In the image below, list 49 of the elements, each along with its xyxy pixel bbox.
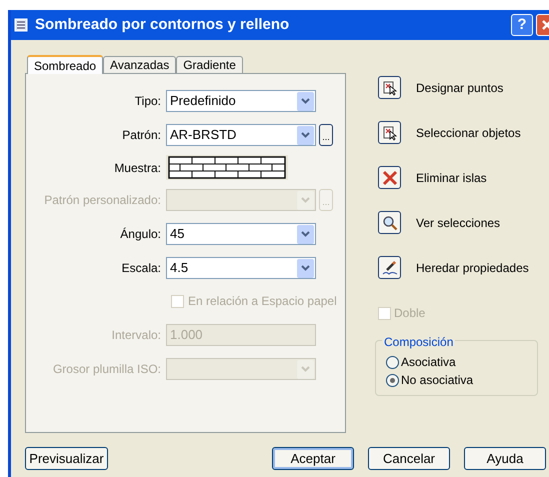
dropdown-field[interactable]: Predefinido xyxy=(166,90,316,112)
help-button[interactable]: ? xyxy=(511,14,533,36)
radio-label: No asociativa xyxy=(401,372,474,389)
action-button[interactable] xyxy=(378,76,401,99)
field-value: 1.000 xyxy=(170,326,203,344)
brush-icon xyxy=(382,260,398,276)
dropdown-field[interactable]: 45 xyxy=(166,223,316,245)
action-button[interactable] xyxy=(378,256,401,279)
field-label: Grosor plumilla ISO: xyxy=(52,361,162,378)
window-title: Sombreado por contornos y relleno xyxy=(35,14,290,35)
x-mark-icon xyxy=(382,170,398,186)
tab[interactable]: Sombreado xyxy=(27,55,104,74)
radio-button[interactable] xyxy=(386,356,399,368)
browse-button[interactable]: ... xyxy=(319,124,333,146)
dropdown-field[interactable]: AR-BRSTD xyxy=(166,124,316,146)
checkbox-label: En relación a Espacio papel xyxy=(188,293,337,310)
field-label: Intervalo: xyxy=(110,326,162,344)
tab[interactable]: Gradiente xyxy=(176,56,243,73)
field-label: Escala: xyxy=(120,260,162,277)
radio-label: Asociativa xyxy=(401,354,456,371)
field-label: Patrón personalizado: xyxy=(43,192,162,209)
action-label: Designar puntos xyxy=(416,80,504,96)
field-value: 4.5 xyxy=(170,259,188,278)
radio-button[interactable] xyxy=(386,374,399,386)
action-label: Seleccionar objetos xyxy=(416,124,521,142)
dialog-button[interactable]: Aceptar xyxy=(272,447,354,470)
field-label: Tipo: xyxy=(134,93,162,110)
hatch-window-icon xyxy=(14,17,30,33)
field-label: Muestra: xyxy=(113,160,162,176)
field-label: Patrón: xyxy=(121,127,162,144)
dialog-button[interactable]: Previsualizar xyxy=(25,447,108,470)
field-value: AR-BRSTD xyxy=(170,126,236,144)
dropdown-field[interactable]: 4.5 xyxy=(166,257,316,279)
checkbox-label: Doble xyxy=(394,305,426,322)
dialog-button[interactable]: Ayuda xyxy=(464,447,546,470)
field-label: Ángulo: xyxy=(119,226,162,243)
action-button[interactable] xyxy=(378,166,401,189)
cursor-icon xyxy=(382,124,398,140)
action-label: Heredar propiedades xyxy=(416,260,529,276)
action-button[interactable] xyxy=(378,211,401,234)
field-value: 45 xyxy=(170,225,184,244)
magnifier-icon xyxy=(382,214,398,230)
action-label: Eliminar islas xyxy=(416,170,487,186)
tab[interactable]: Avanzadas xyxy=(103,56,176,73)
cursor-icon xyxy=(382,80,398,96)
dialog-button[interactable]: Cancelar xyxy=(368,447,450,470)
action-label: Ver selecciones xyxy=(416,214,500,232)
action-button[interactable] xyxy=(378,121,401,144)
field-value: Predefinido xyxy=(170,92,236,110)
